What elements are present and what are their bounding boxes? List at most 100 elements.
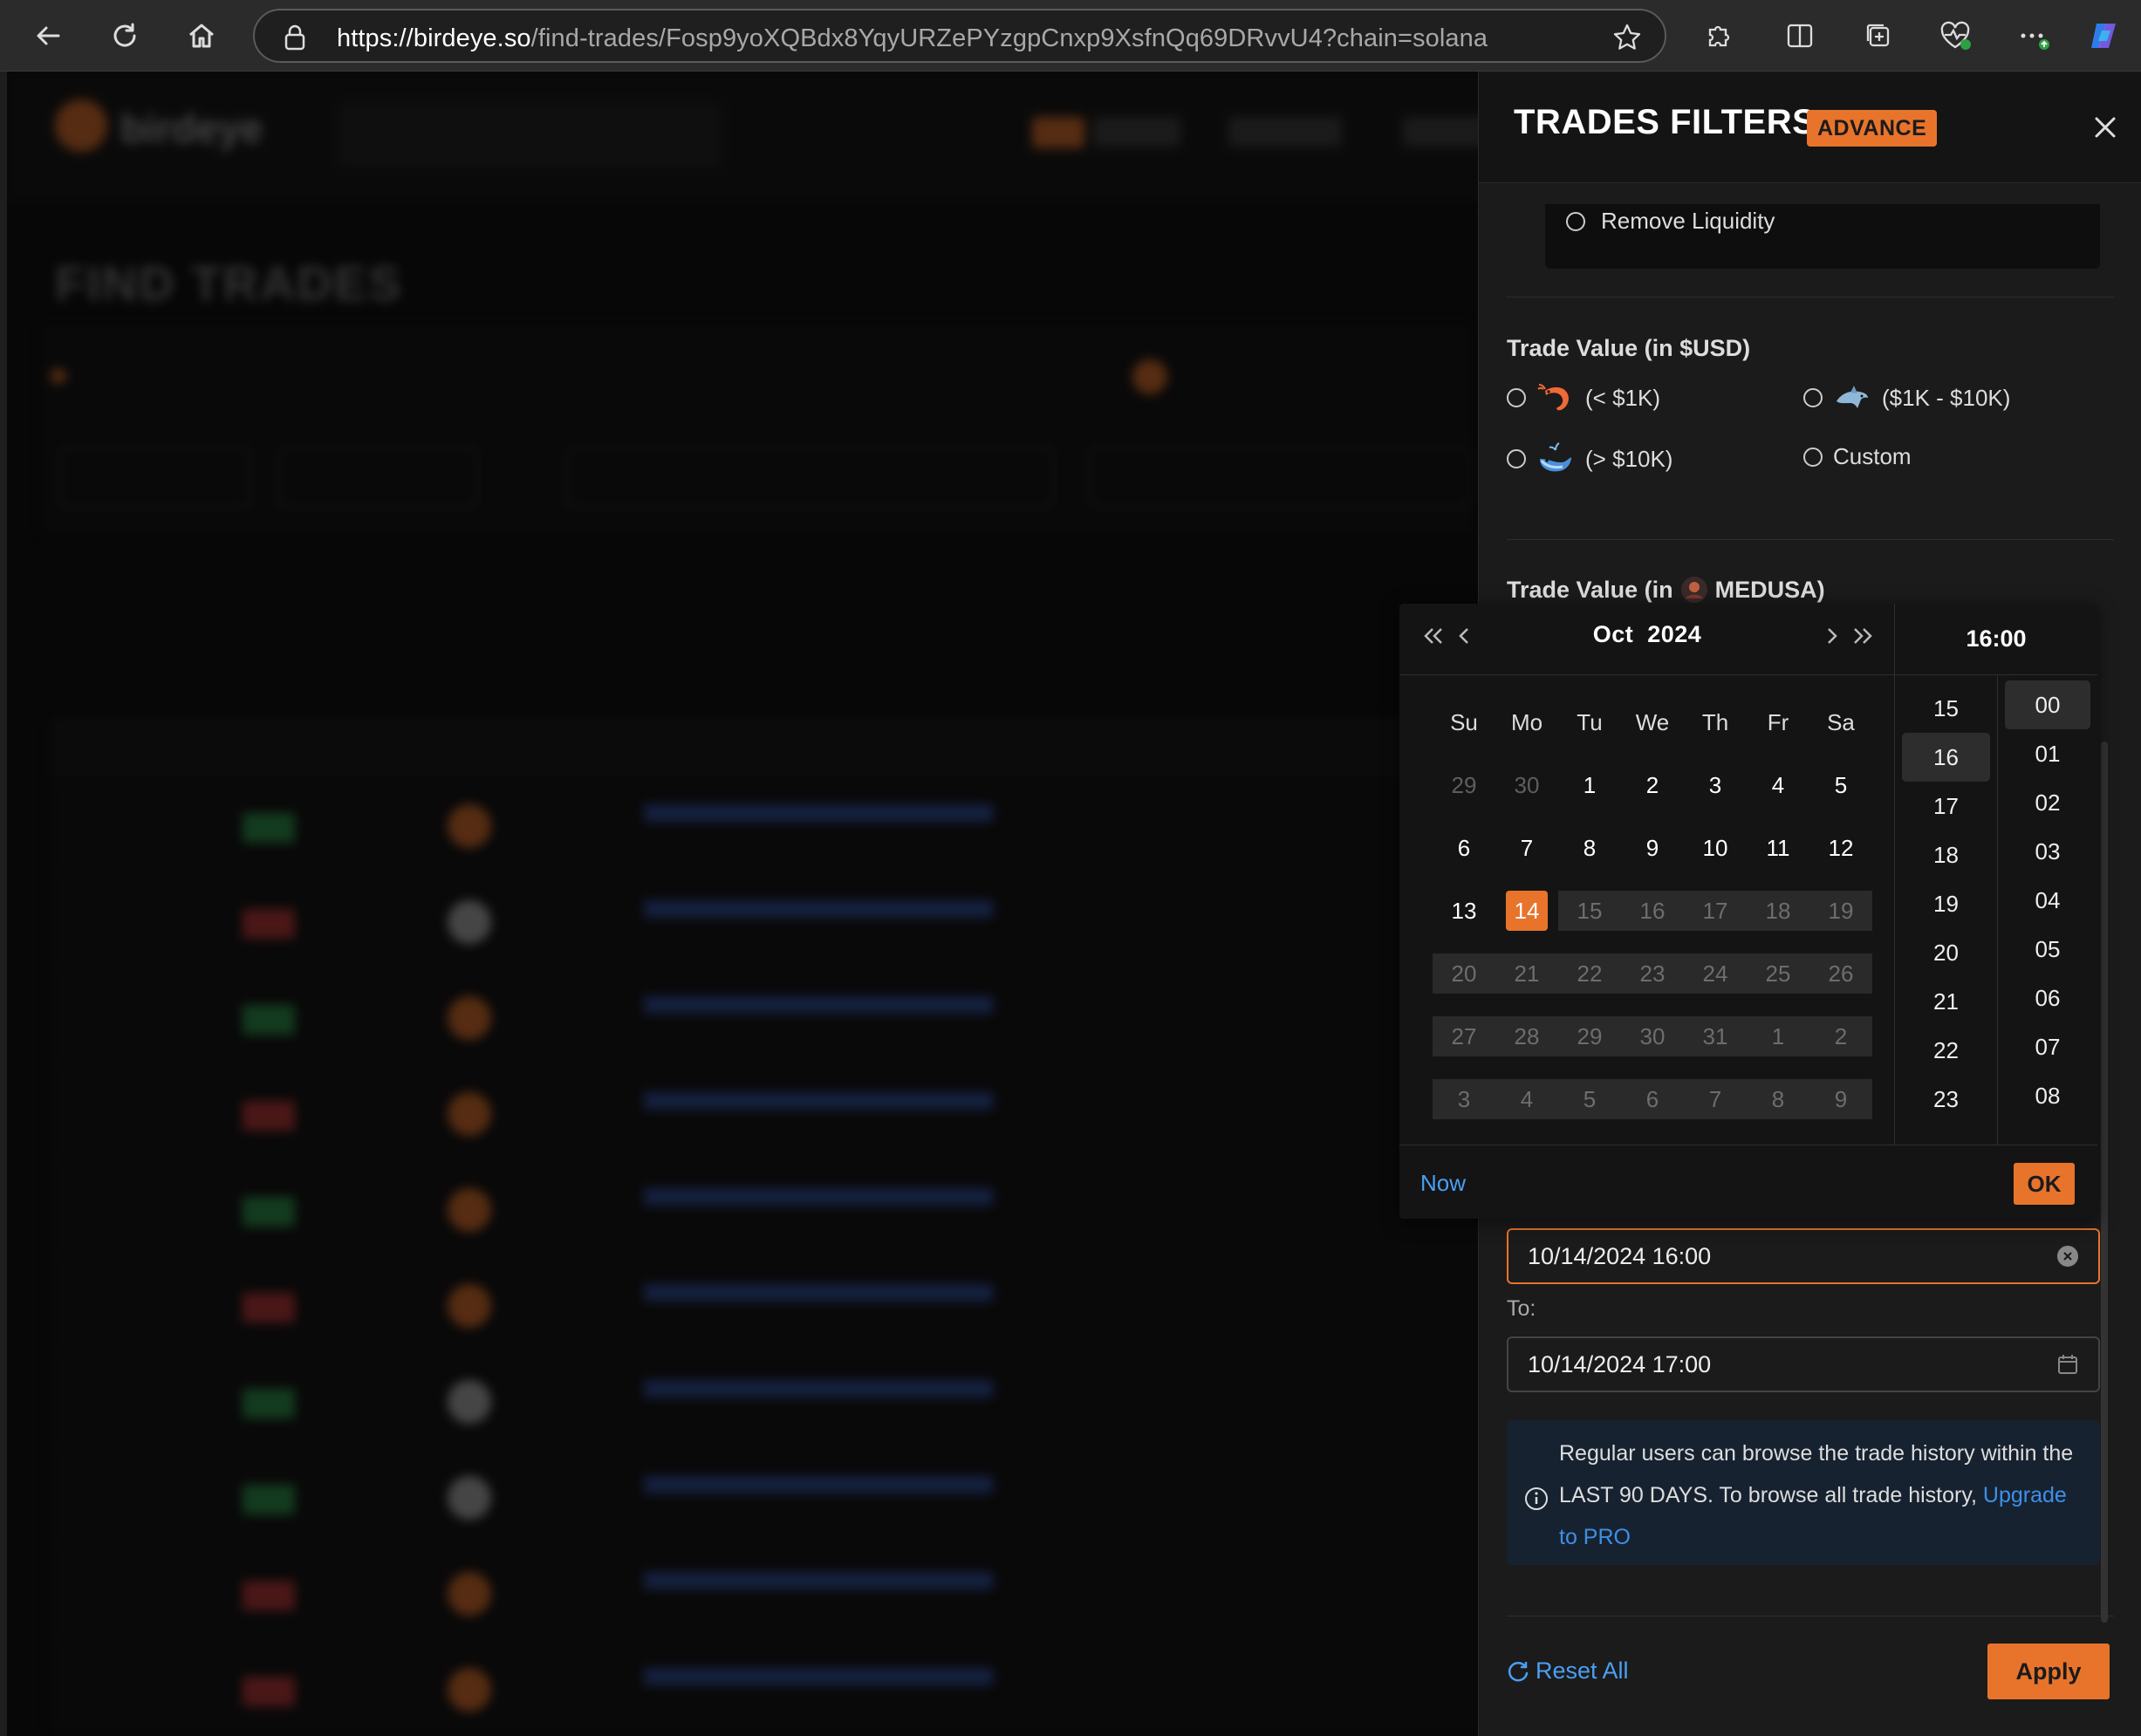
- calendar-day-selected[interactable]: 14: [1495, 891, 1558, 931]
- lock-icon[interactable]: [283, 24, 307, 55]
- trade-value-shrimp-option[interactable]: (< $1K): [1507, 379, 1660, 417]
- remove-liquidity-option[interactable]: Remove Liquidity: [1566, 208, 1775, 235]
- minute-column[interactable]: 00 01 02 03 04 05 06 07 08: [1998, 675, 2097, 1145]
- calendar-day[interactable]: 2: [1621, 765, 1684, 805]
- calendar-day[interactable]: 5: [1809, 765, 1872, 805]
- hour-option[interactable]: 19: [1895, 879, 1997, 928]
- medusa-token-icon: [1680, 577, 1707, 603]
- whale-radio[interactable]: [1507, 449, 1526, 468]
- whale-icon: [1540, 442, 1571, 472]
- health-icon[interactable]: [1935, 16, 1975, 56]
- minute-option[interactable]: 02: [1998, 778, 2097, 827]
- hour-column[interactable]: 15 16 17 18 19 20 21 22 23: [1895, 675, 1998, 1145]
- hour-option[interactable]: 23: [1895, 1075, 1997, 1124]
- clear-icon[interactable]: [2056, 1245, 2079, 1268]
- reset-all-button[interactable]: Reset All: [1506, 1657, 1629, 1685]
- minute-option[interactable]: 01: [1998, 729, 2097, 778]
- favorite-star-icon[interactable]: [1612, 23, 1642, 57]
- calendar-day-disabled: 9: [1809, 1079, 1872, 1119]
- calendar-day[interactable]: 4: [1747, 765, 1809, 805]
- minute-option[interactable]: 03: [1998, 827, 2097, 876]
- calendar-month-year[interactable]: Oct 2024: [1399, 621, 1895, 648]
- collections-icon[interactable]: [1858, 16, 1898, 56]
- url-text: https://birdeye.so/find-trades/Fosp9yoXQ…: [337, 24, 1488, 52]
- calendar-day[interactable]: 8: [1558, 828, 1621, 868]
- home-icon[interactable]: [181, 16, 222, 56]
- modal-overlay[interactable]: [7, 72, 1490, 1736]
- to-date-input[interactable]: 10/14/2024 17:00: [1507, 1336, 2100, 1392]
- drawer-title: TRADES FILTERS: [1514, 103, 1816, 141]
- info-icon: [1524, 1487, 1549, 1515]
- calendar-week: 27 28 29 30 31 1 2: [1433, 1005, 1872, 1068]
- trade-value-whale-option[interactable]: (> $10K): [1507, 440, 1672, 478]
- calendar-day-disabled: 4: [1495, 1079, 1558, 1119]
- from-date-input[interactable]: 10/14/2024 16:00: [1507, 1228, 2100, 1284]
- minute-option[interactable]: 05: [1998, 925, 2097, 974]
- calendar-day[interactable]: 6: [1433, 828, 1495, 868]
- custom-radio[interactable]: [1803, 447, 1823, 467]
- from-date-value: 10/14/2024 16:00: [1528, 1242, 1712, 1269]
- hour-option-selected[interactable]: 16: [1902, 733, 1990, 782]
- calendar-day-disabled: 2: [1809, 1016, 1872, 1056]
- hour-option[interactable]: 18: [1895, 830, 1997, 879]
- address-bar[interactable]: https://birdeye.so/find-trades/Fosp9yoXQ…: [253, 9, 1666, 63]
- calendar-day[interactable]: 7: [1495, 828, 1558, 868]
- trade-value-custom-option[interactable]: Custom: [1803, 443, 1912, 470]
- calendar-day[interactable]: 30: [1495, 765, 1558, 805]
- more-menu-icon[interactable]: [2014, 16, 2054, 56]
- calendar-day-disabled: 8: [1747, 1079, 1809, 1119]
- calendar-day[interactable]: 12: [1809, 828, 1872, 868]
- calendar-day[interactable]: 29: [1433, 765, 1495, 805]
- calendar-day[interactable]: 3: [1684, 765, 1747, 805]
- weekday-label: Sa: [1827, 708, 1855, 735]
- minute-option-selected[interactable]: 00: [2005, 680, 2090, 729]
- datetime-picker-popup: Oct 2024 Su Mo Tu We Th Fr Sa 29 30 1 2 …: [1399, 604, 2097, 1219]
- calendar-day[interactable]: 11: [1747, 828, 1809, 868]
- weekday-label: Th: [1701, 708, 1729, 735]
- calendar-day[interactable]: 1: [1558, 765, 1621, 805]
- dolphin-radio[interactable]: [1803, 388, 1823, 407]
- ok-button[interactable]: OK: [2014, 1163, 2075, 1205]
- minute-option[interactable]: 06: [1998, 974, 2097, 1022]
- info-text: Regular users can browse the trade histo…: [1559, 1441, 2074, 1549]
- calendar-day[interactable]: 9: [1621, 828, 1684, 868]
- minute-option[interactable]: 08: [1998, 1071, 2097, 1120]
- trade-value-dolphin-option[interactable]: ($1K - $10K): [1803, 379, 2010, 417]
- drawer-header: TRADES FILTERS ADVANCE: [1479, 72, 2141, 183]
- hour-option[interactable]: 22: [1895, 1026, 1997, 1075]
- calendar-day-disabled: 30: [1621, 1016, 1684, 1056]
- minute-option[interactable]: 04: [1998, 876, 2097, 925]
- close-icon[interactable]: [2086, 108, 2124, 147]
- copilot-icon[interactable]: [2083, 16, 2124, 56]
- whale-option-label: (> $10K): [1585, 445, 1673, 472]
- calendar-day-disabled: 26: [1809, 953, 1872, 994]
- minute-option[interactable]: 07: [1998, 1022, 2097, 1071]
- shrimp-radio[interactable]: [1507, 388, 1526, 407]
- advance-badge: ADVANCE: [1807, 110, 1938, 147]
- extensions-icon[interactable]: [1698, 16, 1738, 56]
- date-panel: Oct 2024 Su Mo Tu We Th Fr Sa 29 30 1 2 …: [1399, 604, 1895, 1145]
- now-button[interactable]: Now: [1420, 1170, 1466, 1197]
- next-month-icon[interactable]: [1823, 623, 1841, 656]
- calendar-day-disabled: 19: [1809, 891, 1872, 931]
- calendar-day-disabled: 15: [1558, 891, 1621, 931]
- trade-value-usd-title: Trade Value (in $USD): [1507, 335, 1751, 361]
- calendar-icon[interactable]: [2056, 1353, 2079, 1376]
- remove-liquidity-radio[interactable]: [1566, 211, 1585, 231]
- calendar-day-disabled: 27: [1433, 1016, 1495, 1056]
- calendar-day[interactable]: 10: [1684, 828, 1747, 868]
- reload-icon[interactable]: [105, 16, 145, 56]
- calendar-day-disabled: 5: [1558, 1079, 1621, 1119]
- hour-option[interactable]: 20: [1895, 928, 1997, 977]
- hour-option[interactable]: 15: [1895, 684, 1997, 733]
- dolphin-option-label: ($1K - $10K): [1882, 384, 2011, 411]
- hour-option[interactable]: 17: [1895, 782, 1997, 830]
- drawer-scrollbar[interactable]: [2101, 742, 2108, 1623]
- hour-option[interactable]: 21: [1895, 977, 1997, 1026]
- next-year-icon[interactable]: [1850, 623, 1876, 656]
- calendar-day[interactable]: 13: [1433, 891, 1495, 931]
- apply-button[interactable]: Apply: [1987, 1644, 2110, 1699]
- calendar-day-disabled: 24: [1684, 953, 1747, 994]
- split-screen-icon[interactable]: [1780, 16, 1820, 56]
- back-icon[interactable]: [28, 16, 68, 56]
